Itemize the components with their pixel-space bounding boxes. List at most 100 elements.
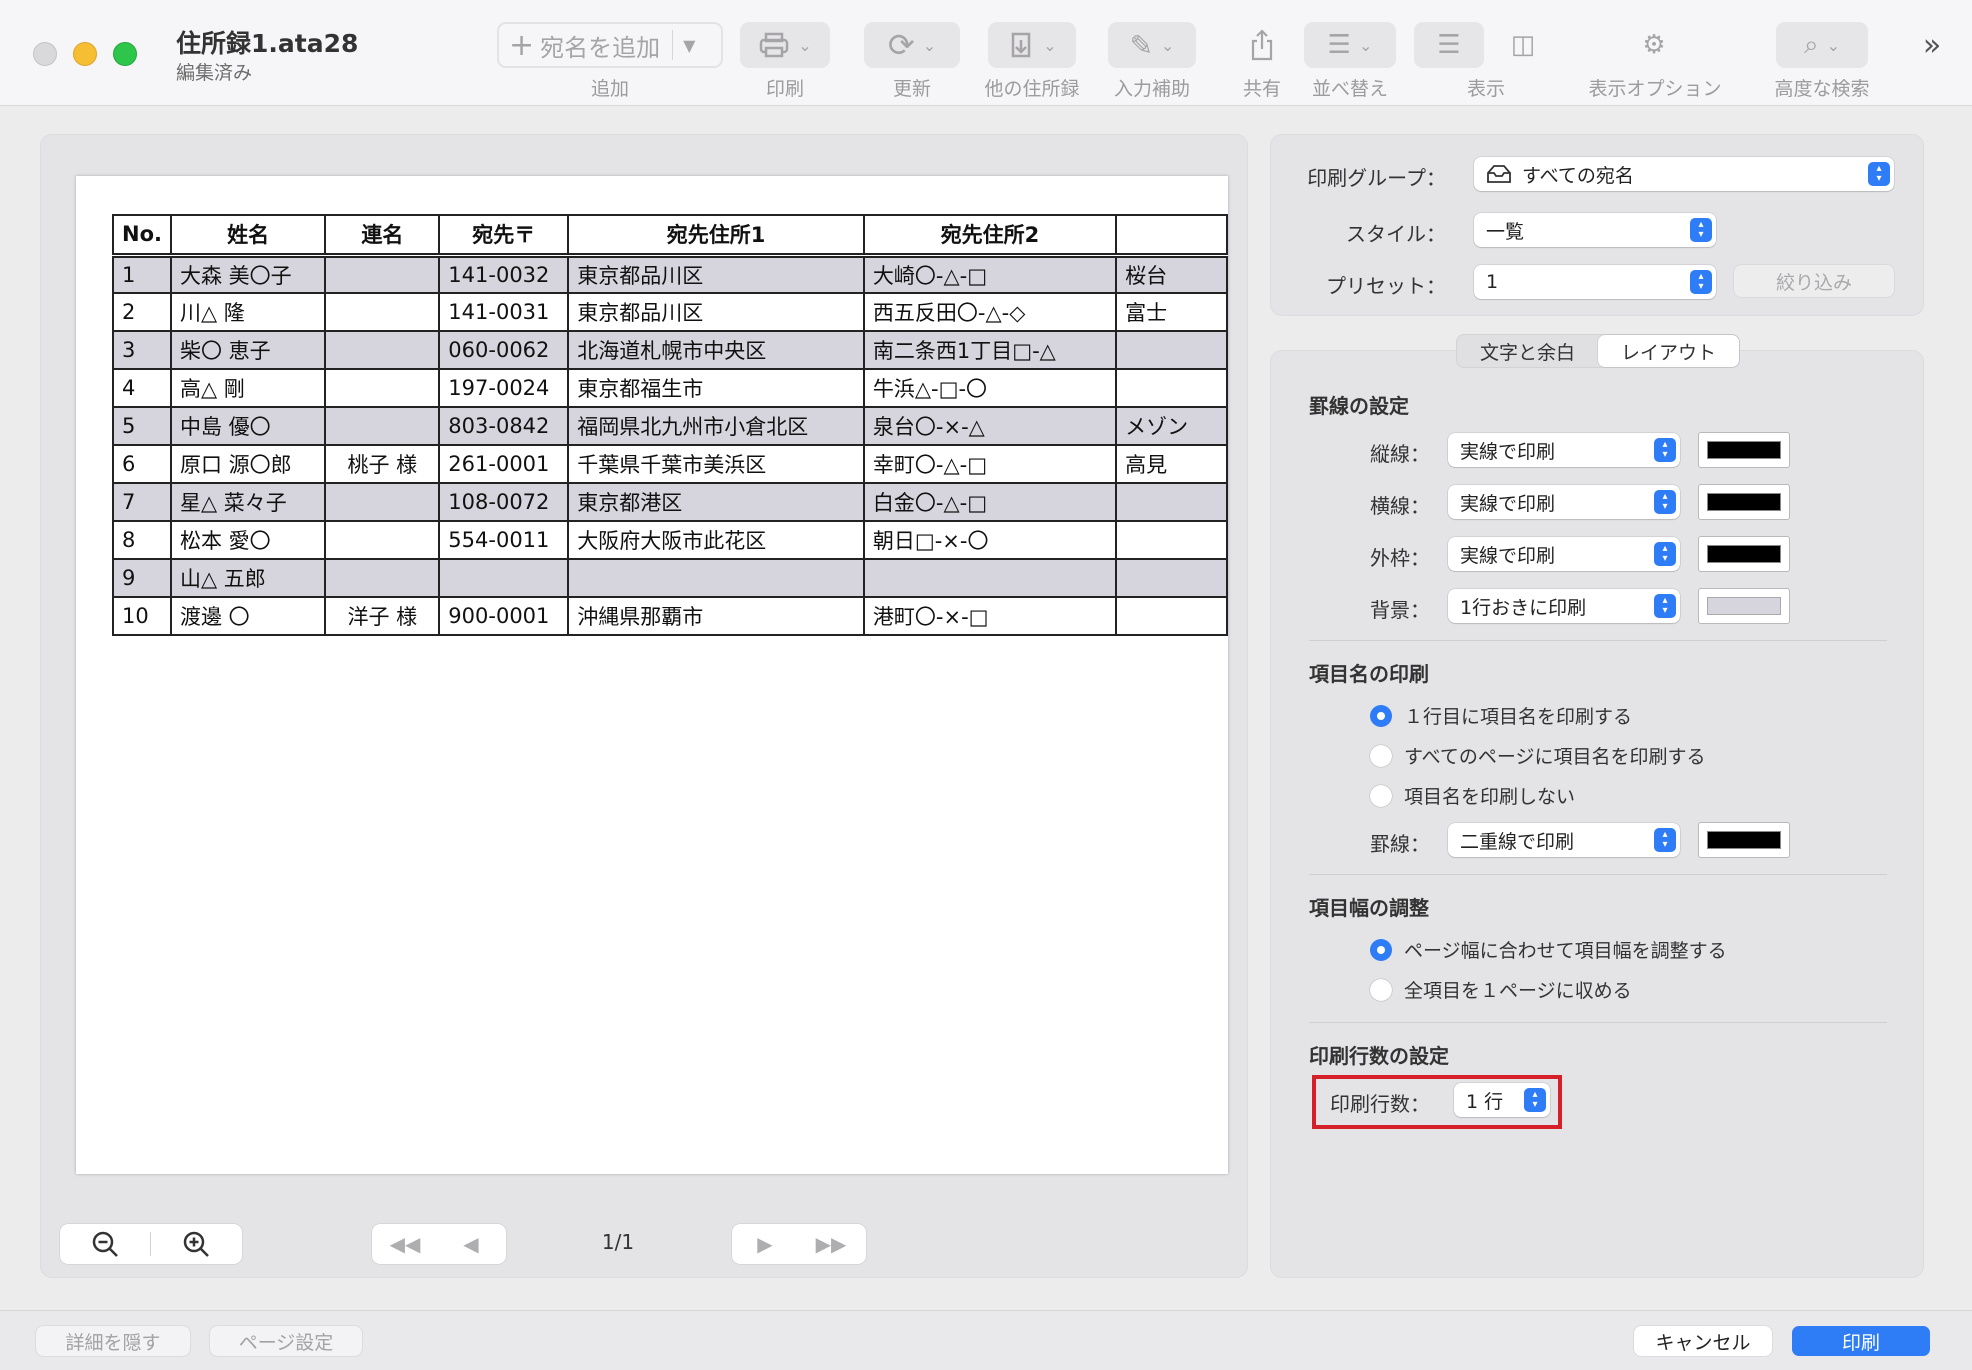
- header-line-color-well[interactable]: [1698, 822, 1790, 858]
- title-bar: 住所録1.ata28 編集済み + 宛名を追加 ▼ 追加 ⌄ 印刷 ⟳ ⌄ 更新…: [0, 0, 1972, 106]
- radio-button[interactable]: [1370, 938, 1392, 961]
- radio-button[interactable]: [1370, 784, 1392, 807]
- table-cell: 東京都港区: [567, 482, 865, 522]
- section-divider: [1309, 874, 1887, 875]
- chevron-down-icon[interactable]: ▼: [683, 36, 695, 55]
- zoom-window-button[interactable]: [113, 42, 137, 66]
- radio-label: １行目に項目名を印刷する: [1404, 706, 1633, 728]
- radio-button[interactable]: [1370, 744, 1392, 767]
- table-cell: 141-0031: [438, 292, 570, 332]
- background-select[interactable]: 1行おきに印刷 ▴ ▾: [1448, 589, 1680, 623]
- hide-details-button[interactable]: 詳細を隠す: [36, 1326, 190, 1356]
- horizontal-lines-label: 横線：: [1370, 494, 1430, 518]
- background-label: 背景：: [1370, 598, 1430, 622]
- advanced-search-button[interactable]: ⌕ ⌄: [1776, 22, 1868, 68]
- color-swatch: [1707, 597, 1781, 615]
- table-cell: [324, 558, 441, 598]
- style-select[interactable]: 一覧 ▴ ▾: [1474, 213, 1716, 247]
- vertical-lines-color-well[interactable]: [1698, 432, 1790, 468]
- outer-frame-color-well[interactable]: [1698, 536, 1790, 572]
- table-cell: 桜台: [1115, 254, 1228, 294]
- tab-layout[interactable]: レイアウト: [1598, 335, 1739, 367]
- toolbar-label-print: 印刷: [765, 78, 804, 100]
- sort-button[interactable]: ☰ ⌄: [1304, 22, 1396, 68]
- add-address-button[interactable]: + 宛名を追加 ▼: [497, 22, 723, 68]
- table-cell: 6: [112, 444, 172, 484]
- outer-frame-select[interactable]: 実線で印刷 ▴ ▾: [1448, 537, 1680, 571]
- table-cell: 5: [112, 406, 172, 446]
- view-split-button[interactable]: ◫: [1494, 22, 1552, 68]
- previous-page-button[interactable]: ◀: [438, 1224, 504, 1264]
- radio-label: 項目名を印刷しない: [1404, 786, 1576, 808]
- print-group-label: 印刷グループ：: [1307, 166, 1446, 190]
- horizontal-lines-select[interactable]: 実線で印刷 ▴ ▾: [1448, 485, 1680, 519]
- table-row: 3 柴〇 恵子 060-0062 北海道札幌市中央区 南二条西1丁目□-△: [112, 330, 1228, 370]
- first-page-button[interactable]: ◀◀: [372, 1224, 438, 1264]
- background-color-well[interactable]: [1698, 588, 1790, 624]
- table-row: 10 渡邊 〇洋子 様 900-0001 沖縄県那覇市 港町〇-×-□: [112, 596, 1228, 636]
- page-indicator: 1/1: [601, 1230, 635, 1254]
- zoom-in-button[interactable]: [151, 1224, 241, 1264]
- table-cell: 高△ 剛: [169, 368, 327, 408]
- table-cell: 7: [112, 482, 172, 522]
- stepper-icon: ▴ ▾: [1690, 270, 1712, 294]
- page-nav-forward: ▶ ▶▶: [732, 1224, 866, 1264]
- radio-button[interactable]: [1370, 704, 1392, 727]
- row-count-select[interactable]: 1 行 ▴ ▾: [1454, 1083, 1550, 1117]
- row-count-label: 印刷行数：: [1330, 1092, 1430, 1116]
- cancel-button[interactable]: キャンセル: [1634, 1326, 1772, 1356]
- print-button[interactable]: 印刷: [1792, 1326, 1930, 1356]
- minimize-window-button[interactable]: [73, 42, 97, 66]
- radio-no-header[interactable]: 項目名を印刷しない: [1370, 782, 1575, 809]
- radio-fit-page-width[interactable]: ページ幅に合わせて項目幅を調整する: [1370, 936, 1727, 963]
- table-cell: 牛浜△-□-〇: [862, 368, 1118, 408]
- header-line-select[interactable]: 二重線で印刷 ▴ ▾: [1448, 823, 1680, 857]
- filter-button[interactable]: 絞り込み: [1734, 265, 1894, 297]
- table-cell: [324, 254, 441, 294]
- tab-text-margins[interactable]: 文字と余白: [1457, 335, 1598, 367]
- table-cell: 4: [112, 368, 172, 408]
- radio-print-header-first-row[interactable]: １行目に項目名を印刷する: [1370, 702, 1632, 729]
- table-cell: 10: [112, 596, 172, 636]
- input-assist-button[interactable]: ✎ ⌄: [1108, 22, 1196, 68]
- add-button-separator: [672, 30, 674, 60]
- view-list-button[interactable]: ☰: [1414, 22, 1484, 68]
- share-button[interactable]: [1234, 22, 1290, 68]
- table-cell: 沖縄県那覇市: [567, 596, 865, 636]
- print-toolbar-button[interactable]: ⌄: [740, 22, 830, 68]
- pen-icon: ✎: [1129, 28, 1154, 62]
- update-toolbar-button[interactable]: ⟳ ⌄: [864, 22, 960, 68]
- table-cell: [324, 292, 441, 332]
- vertical-lines-select[interactable]: 実線で印刷 ▴ ▾: [1448, 433, 1680, 467]
- left-arrow-icon: ◀: [463, 1232, 479, 1256]
- table-cell: 白金〇-△-□: [862, 482, 1118, 522]
- radio-fit-one-page[interactable]: 全項目を１ページに収める: [1370, 976, 1632, 1003]
- table-row: 7 星△ 菜々子 108-0072 東京都港区 白金〇-△-□: [112, 482, 1228, 522]
- other-address-books-button[interactable]: ⌄: [988, 22, 1076, 68]
- double-right-arrow-icon: ▶▶: [815, 1232, 847, 1256]
- next-page-button[interactable]: ▶: [732, 1224, 798, 1264]
- chevron-double-right-icon[interactable]: »: [1912, 22, 1952, 68]
- table-header-row: No. 姓名 連名 宛先〒 宛先住所1 宛先住所2: [112, 214, 1228, 258]
- column-header: 連名: [324, 214, 441, 258]
- radio-button[interactable]: [1370, 978, 1392, 1001]
- page-setup-button[interactable]: ページ設定: [210, 1326, 362, 1356]
- toolbar-label-other-books: 他の住所録: [984, 78, 1080, 100]
- search-icon: ⌕: [1804, 29, 1819, 60]
- table-row: 6 原口 源〇郎 桃子 様 261-0001 千葉県千葉市美浜区 幸町〇-△-□ 高見: [112, 444, 1228, 484]
- horizontal-lines-color-well[interactable]: [1698, 484, 1790, 520]
- print-group-select[interactable]: すべての宛名 ▴ ▾: [1474, 157, 1894, 191]
- table-cell: 泉台〇-×-△: [862, 406, 1118, 446]
- preset-select[interactable]: 1 ▴ ▾: [1474, 265, 1716, 299]
- table-cell: 8: [112, 520, 172, 560]
- radio-print-header-all-pages[interactable]: すべてのページに項目名を印刷する: [1370, 742, 1706, 769]
- table-cell: 197-0024: [438, 368, 570, 408]
- display-options-button[interactable]: ⚙: [1626, 22, 1682, 68]
- last-page-button[interactable]: ▶▶: [798, 1224, 864, 1264]
- section-divider: [1309, 640, 1887, 641]
- table-cell: 幸町〇-△-□: [862, 444, 1118, 484]
- document-status: 編集済み: [176, 62, 253, 84]
- zoom-out-button[interactable]: [60, 1224, 150, 1264]
- close-window-button[interactable]: [33, 42, 57, 66]
- table-cell: 803-0842: [438, 406, 570, 446]
